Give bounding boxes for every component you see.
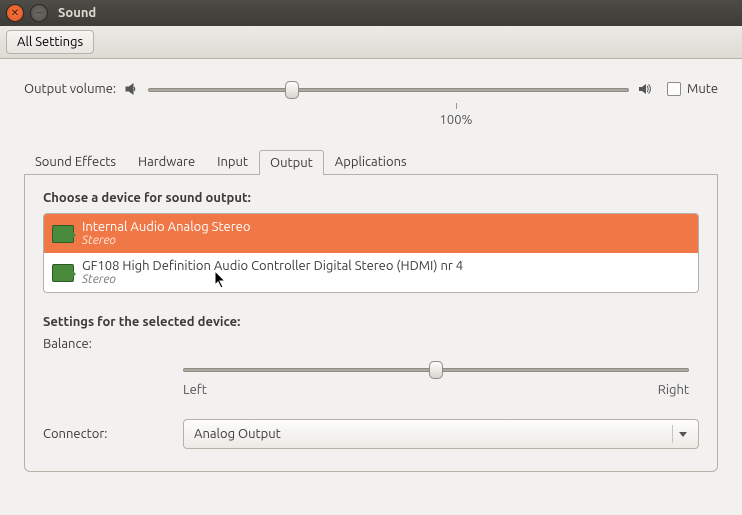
tab-output[interactable]: Output [259,150,324,175]
toolbar: All Settings [0,26,742,59]
mute-wrap: Mute [667,82,718,96]
speaker-low-icon [124,81,140,97]
volume-100-label: 100% [440,113,473,127]
soundcard-icon [52,225,74,243]
device-list: Internal Audio Analog StereoStereoGF108 … [43,213,699,293]
output-volume-row: Output volume: Mute [24,79,718,99]
output-panel: Choose a device for sound output: Intern… [24,175,718,472]
tab-hardware[interactable]: Hardware [127,149,206,174]
choose-device-title: Choose a device for sound output: [43,191,699,205]
device-row[interactable]: GF108 High Definition Audio Controller D… [44,253,698,292]
connector-dropdown[interactable]: Analog Output [183,419,699,449]
balance-left-label: Left [183,383,207,397]
chevron-down-icon [672,425,692,443]
connector-value: Analog Output [194,427,281,441]
connector-label: Connector: [43,427,107,441]
tabs: Sound EffectsHardwareInputOutputApplicat… [24,149,718,175]
output-volume-slider[interactable] [148,79,629,99]
soundcard-icon [52,264,74,282]
window-title: Sound [58,6,96,20]
close-icon[interactable]: ✕ [6,4,24,22]
settings-device-title: Settings for the selected device: [43,315,699,329]
balance-right-label: Right [658,383,689,397]
balance-label: Balance: [43,337,92,351]
titlebar: ✕ – Sound [0,0,742,26]
output-volume-label: Output volume: [24,82,116,96]
balance-slider[interactable] [183,359,689,379]
content: Output volume: Mute 100% Sound EffectsHa… [0,59,742,482]
connector-row: Connector: Analog Output [43,419,699,449]
mute-checkbox[interactable] [667,82,681,96]
balance-row: Balance: [43,337,699,351]
minimize-icon[interactable]: – [30,4,48,22]
device-subtype: Stereo [82,234,250,247]
all-settings-button[interactable]: All Settings [6,30,94,54]
tab-sound-effects[interactable]: Sound Effects [24,149,127,174]
device-subtype: Stereo [82,273,463,286]
speaker-high-icon [637,81,653,97]
mute-label: Mute [687,82,718,96]
tab-input[interactable]: Input [206,149,259,174]
tab-applications[interactable]: Applications [324,149,418,174]
volume-ticks: 100% [24,103,718,139]
device-name: Internal Audio Analog Stereo [82,220,250,234]
device-row[interactable]: Internal Audio Analog StereoStereo [44,214,698,253]
device-name: GF108 High Definition Audio Controller D… [82,259,463,273]
